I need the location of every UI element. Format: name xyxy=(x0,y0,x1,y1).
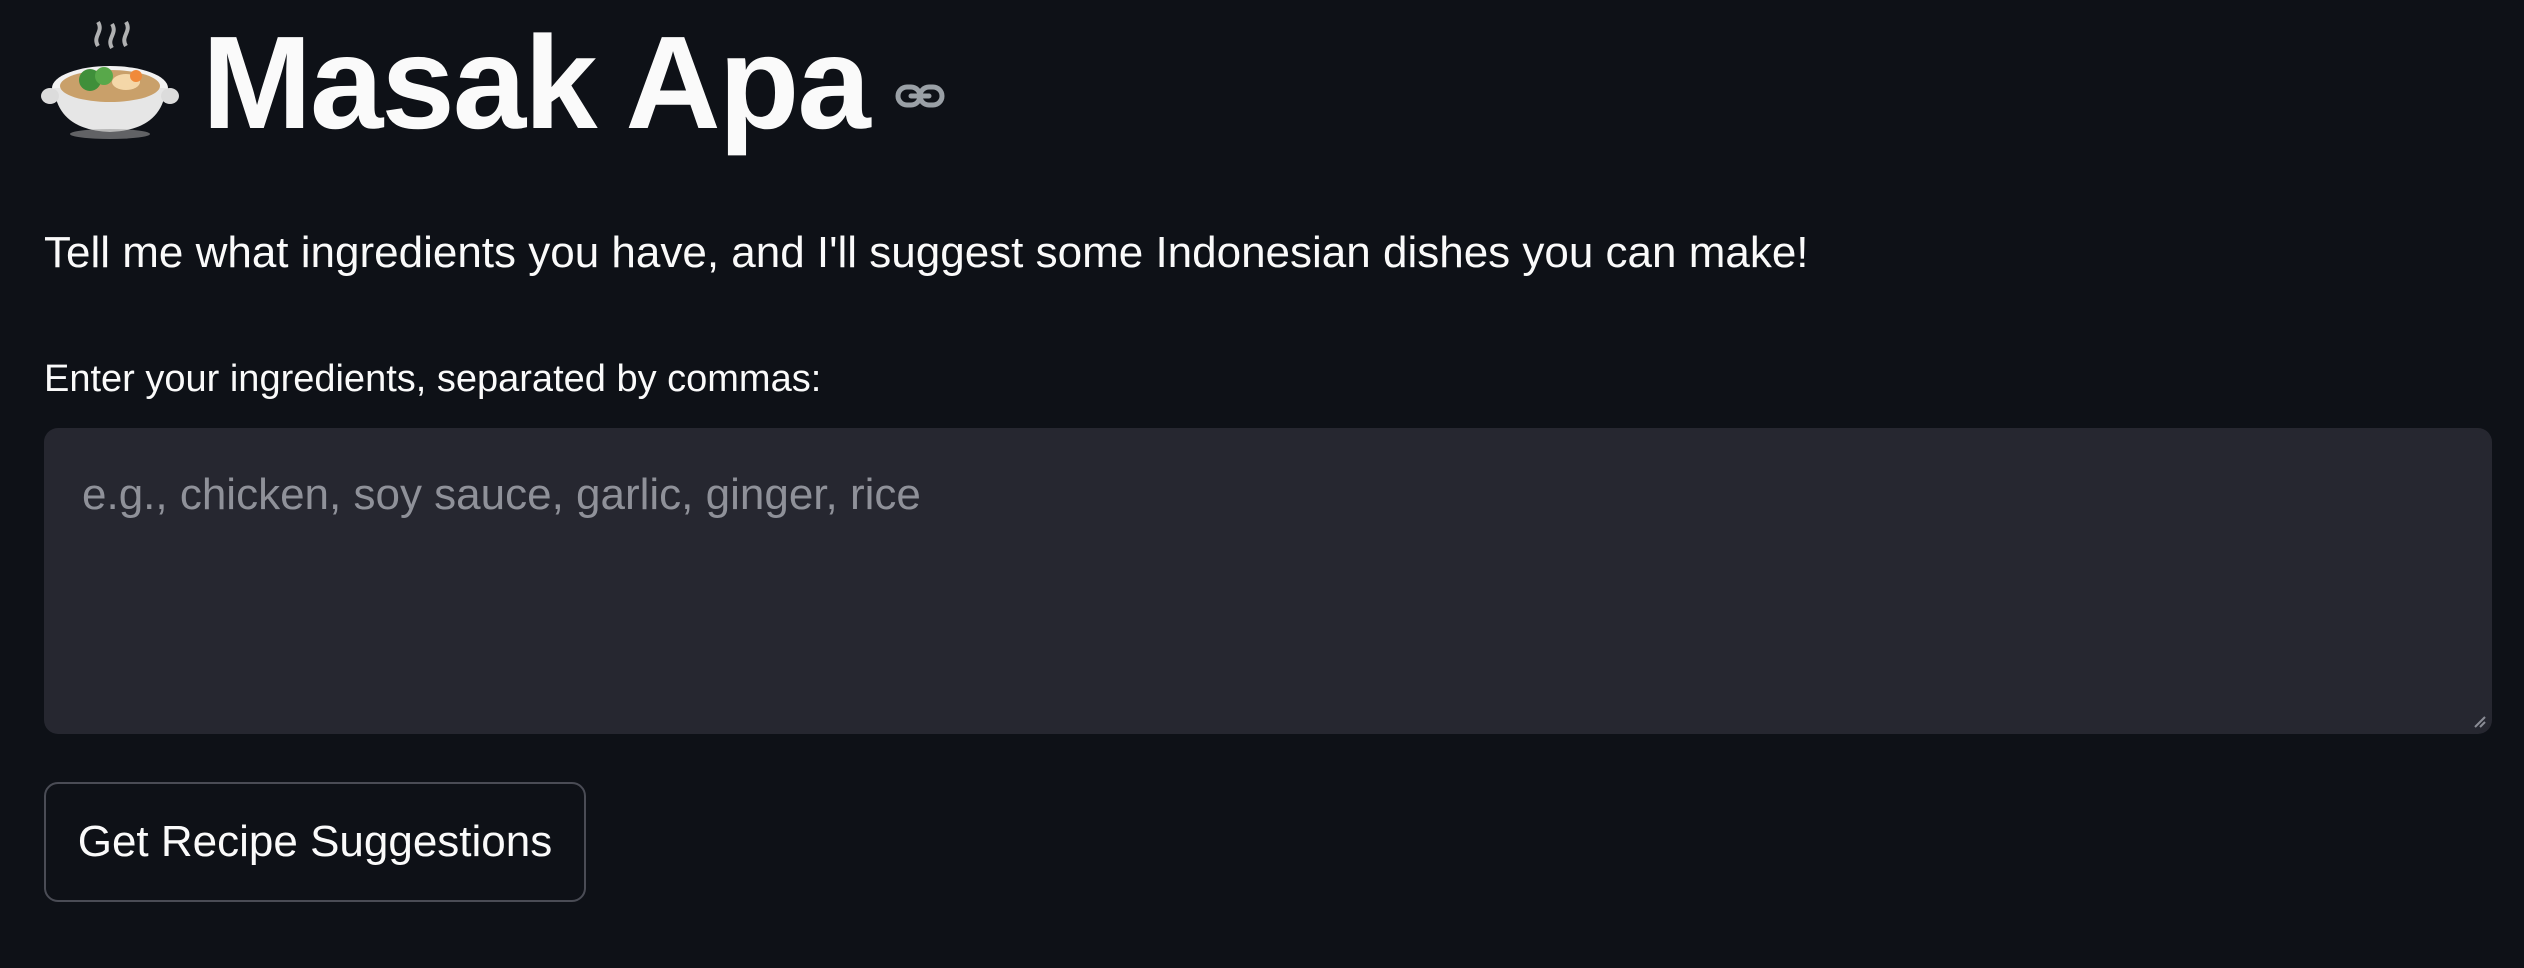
page-title: Masak Apa xyxy=(202,9,871,156)
app-page: Masak Apa Tell me what ingredients you h… xyxy=(0,0,2524,968)
description-text: Tell me what ingredients you have, and I… xyxy=(44,228,1809,277)
get-recipe-suggestions-button[interactable]: Get Recipe Suggestions xyxy=(44,782,586,902)
ingredients-label: Enter your ingredients, separated by com… xyxy=(44,358,822,400)
header: Masak Apa xyxy=(40,9,945,156)
pot-of-food-icon xyxy=(40,18,180,148)
link-icon[interactable] xyxy=(895,78,945,114)
ingredients-input[interactable] xyxy=(44,428,2492,734)
resize-handle-icon[interactable] xyxy=(2470,712,2486,728)
ingredients-textarea-container xyxy=(44,428,2492,734)
